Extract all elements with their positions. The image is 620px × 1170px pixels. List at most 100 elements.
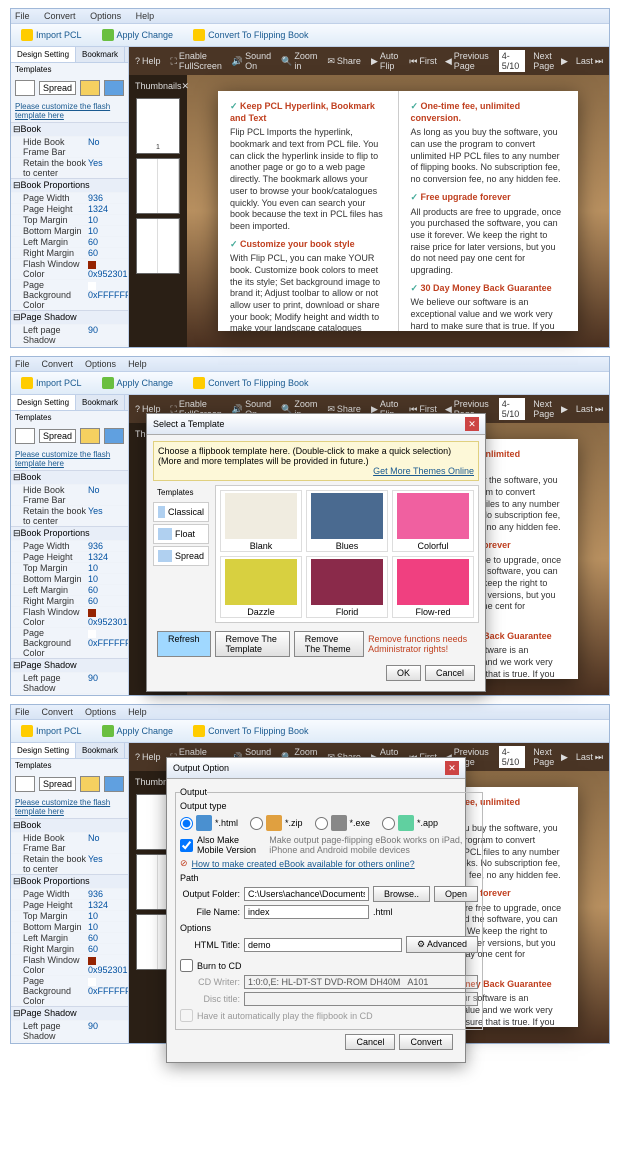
apply-change-button[interactable]: Apply Change xyxy=(96,723,180,739)
page-input[interactable]: 4-5/10 xyxy=(499,50,525,72)
prop-row[interactable]: Page Background Color0xFFFFFF xyxy=(11,279,128,310)
burn-cd-checkbox[interactable] xyxy=(180,959,193,972)
radio-exe[interactable]: *.exe xyxy=(315,815,371,831)
radio-html[interactable]: *.html xyxy=(180,815,238,831)
category-spread[interactable]: Spread xyxy=(153,546,209,566)
apply-change-button[interactable]: Apply Change xyxy=(96,375,180,391)
prop-row[interactable]: Right Margin60 xyxy=(11,595,128,606)
prop-row[interactable]: Hide Book Frame BarNo xyxy=(11,484,128,505)
prop-row[interactable]: Flash Window Color0x952301 xyxy=(11,954,128,975)
ok-button[interactable]: OK xyxy=(386,665,421,681)
thumb-1[interactable]: 1 xyxy=(136,98,180,154)
prop-row[interactable]: Page Width936 xyxy=(11,540,128,551)
prop-row[interactable]: Left page Shadow90 xyxy=(11,1020,128,1041)
prop-row[interactable]: Left Margin60 xyxy=(11,236,128,247)
prop-row[interactable]: Right page Shadow55 xyxy=(11,693,128,695)
zoom-button[interactable]: 🔍 Zoom in xyxy=(281,51,317,71)
prop-row[interactable]: Right Margin60 xyxy=(11,247,128,258)
radio-zip[interactable]: *.zip xyxy=(250,815,303,831)
prop-row[interactable]: Retain the book to centerYes xyxy=(11,505,128,526)
autoflip-button[interactable]: ▶ Auto Flip xyxy=(371,51,401,71)
apply-change-button[interactable]: Apply Change xyxy=(96,27,180,43)
category-float[interactable]: Float xyxy=(153,524,209,544)
remove-theme-button[interactable]: Remove The Theme xyxy=(294,631,364,657)
prop-row[interactable]: Retain the book to centerYes xyxy=(11,157,128,178)
prop-row[interactable]: Left Margin60 xyxy=(11,584,128,595)
last-button[interactable]: Last ⏭ xyxy=(576,56,603,67)
prop-row[interactable]: Bottom Margin10 xyxy=(11,225,128,236)
prop-row[interactable]: Page Width936 xyxy=(11,192,128,203)
template-select[interactable]: Spread xyxy=(39,81,76,95)
import-pcl-button[interactable]: Import PCL xyxy=(15,27,88,43)
close-icon[interactable]: ✕ xyxy=(465,417,479,431)
prop-row[interactable]: Flash Window Color0x952301 xyxy=(11,258,128,279)
prop-row[interactable]: Bottom Margin10 xyxy=(11,573,128,584)
prop-row[interactable]: Page Background Color0xFFFFFF xyxy=(11,975,128,1006)
prop-row[interactable]: Left page Shadow90 xyxy=(11,324,128,345)
prop-group[interactable]: ⊟Book xyxy=(11,470,128,484)
first-button[interactable]: ⏮ First xyxy=(409,56,437,67)
prop-row[interactable]: Hide Book Frame BarNo xyxy=(11,832,128,853)
next-button[interactable]: Next Page ▶ xyxy=(533,51,568,71)
prop-row[interactable]: Left Margin60 xyxy=(11,932,128,943)
prop-row[interactable]: Page Height1324 xyxy=(11,203,128,214)
prop-row[interactable]: Page Height1324 xyxy=(11,551,128,562)
import-pcl-button[interactable]: Import PCL xyxy=(15,375,88,391)
tab-design-setting[interactable]: Design Setting xyxy=(11,47,76,62)
convert-button[interactable]: Convert To Flipping Book xyxy=(187,375,314,391)
template-cell-blues[interactable]: Blues xyxy=(306,490,388,552)
prop-group[interactable]: ⊟Book xyxy=(11,122,128,136)
menu-help[interactable]: Help xyxy=(136,11,155,21)
convert-button[interactable]: Convert To Flipping Book xyxy=(187,723,314,739)
prop-row[interactable]: Page Background Color0xFFFFFF xyxy=(11,627,128,658)
sound-button[interactable]: 🔊 Sound On xyxy=(232,51,271,71)
convert-button[interactable]: Convert xyxy=(399,1034,453,1050)
template-cell-blank[interactable]: Blank xyxy=(220,490,302,552)
prop-row[interactable]: Top Margin10 xyxy=(11,214,128,225)
cancel-button[interactable]: Cancel xyxy=(425,665,475,681)
menu-convert[interactable]: Convert xyxy=(44,11,76,21)
prop-row[interactable]: Retain the book to centerYes xyxy=(11,853,128,874)
prop-row[interactable]: Right page Shadow55 xyxy=(11,345,128,347)
mobile-checkbox[interactable] xyxy=(180,839,193,852)
template-cell-colorful[interactable]: Colorful xyxy=(392,490,474,552)
share-button[interactable]: ✉ Share xyxy=(327,56,361,67)
thumb-2-3[interactable] xyxy=(136,158,180,214)
prop-row[interactable]: Top Margin10 xyxy=(11,562,128,573)
help-button[interactable]: ? Help xyxy=(135,56,161,66)
prop-row[interactable]: Flash Window Color0x952301 xyxy=(11,606,128,627)
prop-group[interactable]: ⊟Page Shadow xyxy=(11,1006,128,1020)
prop-group[interactable]: ⊟Book Proportions xyxy=(11,874,128,888)
remove-template-button[interactable]: Remove The Template xyxy=(215,631,290,657)
share-help-link[interactable]: How to make created eBook available for … xyxy=(192,859,415,869)
template-browse-icon[interactable] xyxy=(80,80,100,96)
convert-button[interactable]: Convert To Flipping Book xyxy=(187,27,314,43)
book-spread[interactable]: Keep PCL Hyperlink, Bookmark and TextFli… xyxy=(218,91,578,331)
prop-row[interactable]: Right Margin60 xyxy=(11,943,128,954)
import-pcl-button[interactable]: Import PCL xyxy=(15,723,88,739)
open-button[interactable]: Open xyxy=(434,886,478,902)
radio-app[interactable]: *.app xyxy=(382,815,438,831)
prop-row[interactable]: Right page Shadow55 xyxy=(11,1041,128,1043)
prop-group[interactable]: ⊟Book Proportions xyxy=(11,526,128,540)
prop-row[interactable]: Left page Shadow90 xyxy=(11,672,128,693)
menu-options[interactable]: Options xyxy=(90,11,121,21)
template-cell-florid[interactable]: Florid xyxy=(306,556,388,618)
filename-input[interactable] xyxy=(244,905,369,919)
fullscreen-button[interactable]: ⛶ Enable FullScreen xyxy=(171,51,222,71)
category-classical[interactable]: Classical xyxy=(153,502,209,522)
browse-button[interactable]: Browse.. xyxy=(373,886,430,902)
menu-file[interactable]: File xyxy=(15,11,30,21)
prev-button[interactable]: ◀ Previous Page xyxy=(445,51,491,71)
tab-bookmark[interactable]: Bookmark xyxy=(76,47,125,62)
customize-link[interactable]: Please customize the flash template here xyxy=(11,100,128,122)
prop-group[interactable]: ⊟Book xyxy=(11,818,128,832)
prop-group[interactable]: ⊟Book Proportions xyxy=(11,178,128,192)
template-thumb-icon[interactable] xyxy=(15,80,35,96)
prop-row[interactable]: Page Width936 xyxy=(11,888,128,899)
more-themes-link[interactable]: Get More Themes Online xyxy=(373,466,474,476)
close-icon[interactable]: ✕ xyxy=(445,761,459,775)
prop-row[interactable]: Top Margin10 xyxy=(11,910,128,921)
prop-group[interactable]: ⊟Page Shadow xyxy=(11,658,128,672)
template-cell-flow-red[interactable]: Flow-red xyxy=(392,556,474,618)
